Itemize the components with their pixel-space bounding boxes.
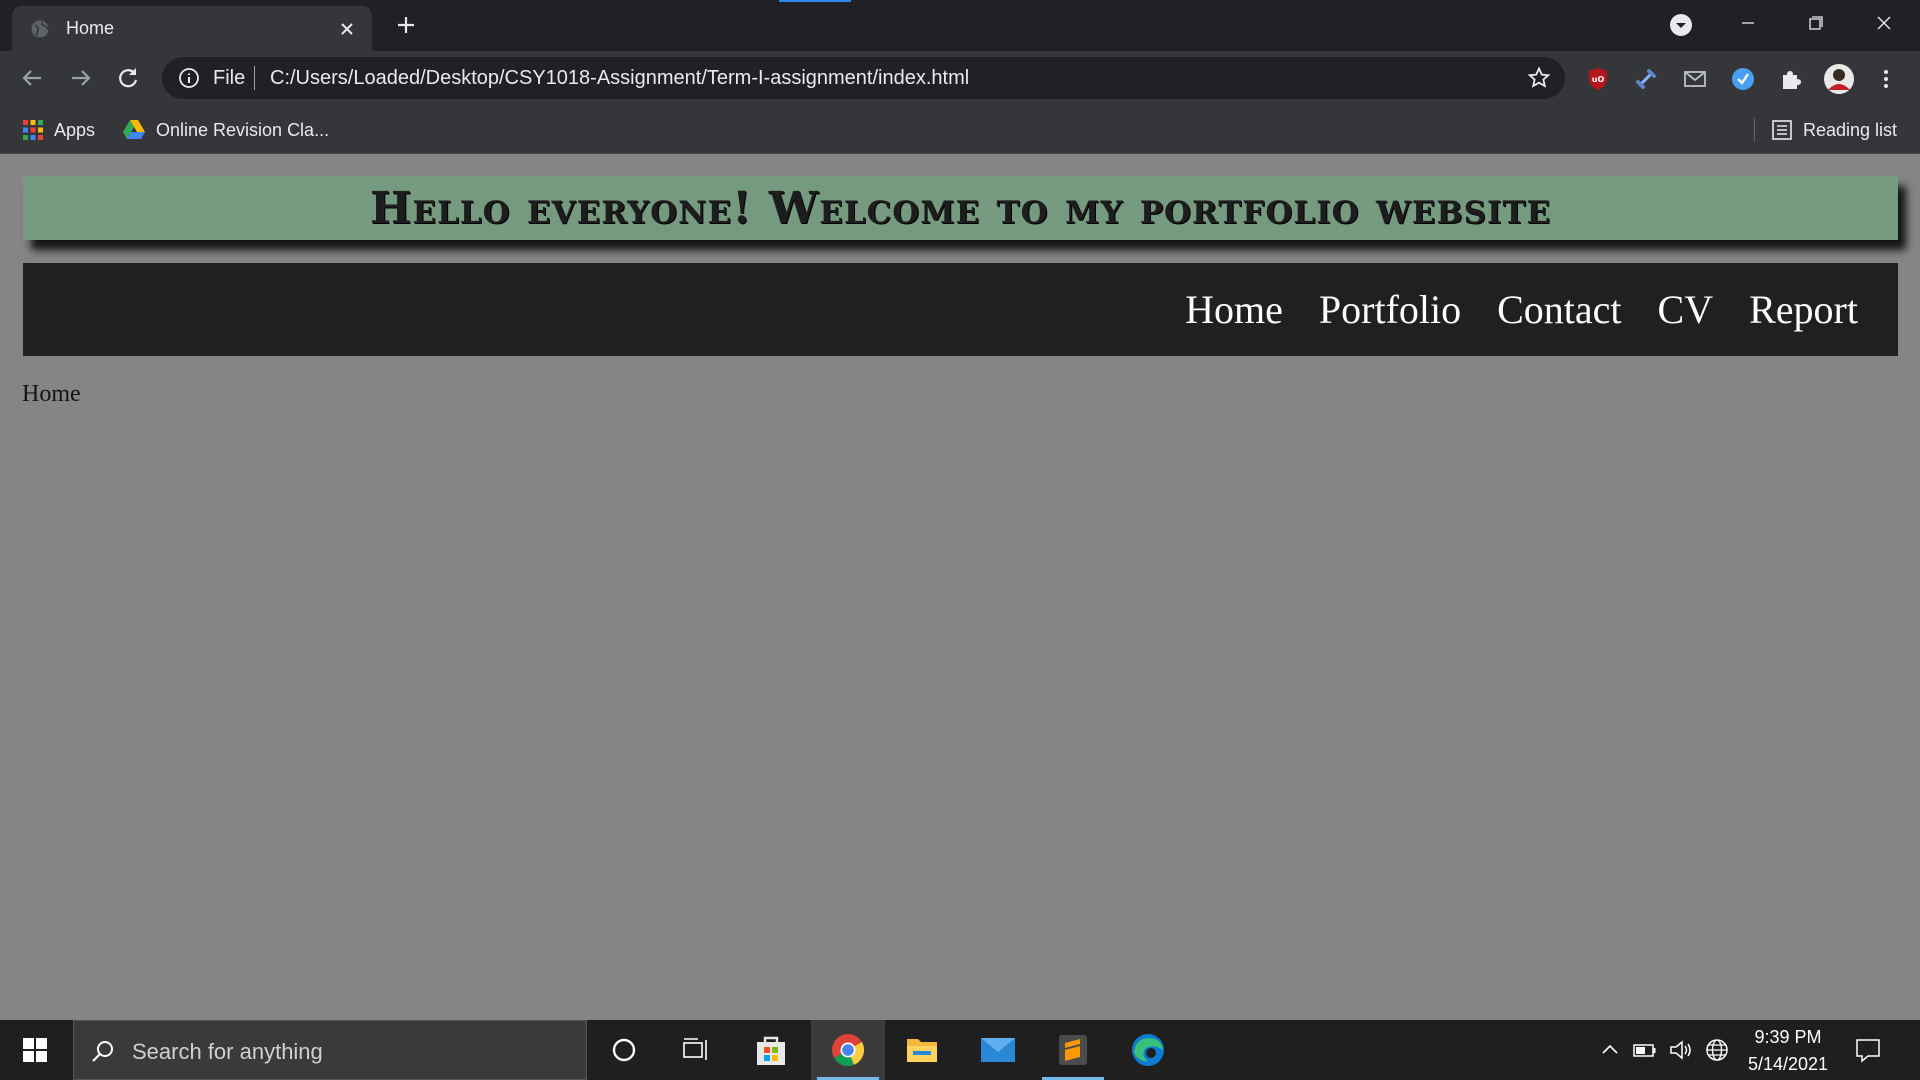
taskbar-sublime-text[interactable] [1036,1020,1110,1080]
close-window-icon[interactable] [1860,8,1908,38]
bookmark-apps[interactable]: Apps [22,117,95,143]
taskbar-search-placeholder: Search for anything [132,1039,323,1064]
task-view-button[interactable] [659,1020,733,1080]
taskbar-file-explorer[interactable] [885,1020,959,1080]
nav-link-contact[interactable]: Contact [1497,286,1621,333]
site-nav: Home Portfolio Contact CV Report [23,263,1898,356]
reading-list-button[interactable]: Reading list [1771,117,1897,143]
google-drive-icon [123,120,145,139]
link-extension-icon[interactable] [1632,65,1660,93]
reload-icon[interactable] [113,63,143,93]
tab-strip: Home [0,0,1920,51]
taskbar-search[interactable]: Search for anything [73,1020,587,1080]
profile-avatar-icon[interactable] [1823,63,1855,95]
browser-toolbar: File C:/Users/Loaded/Desktop/CSY1018-Ass… [0,51,1920,105]
site-info-icon[interactable] [178,67,200,89]
bookmark-online-revision-label: Online Revision Cla... [156,119,330,140]
tab-home[interactable]: Home [12,6,372,51]
show-hidden-icons-icon[interactable] [1597,1038,1623,1062]
minimize-icon[interactable] [1724,8,1772,38]
globe-icon [31,20,49,38]
browser-menu-icon[interactable] [1872,65,1900,93]
close-tab-icon[interactable] [336,18,358,40]
page-viewport: Hello everyone! Welcome to my portfolio … [0,154,1920,1020]
nav-link-portfolio[interactable]: Portfolio [1319,286,1461,333]
task-view-icon [683,1038,707,1060]
cortana-button[interactable] [587,1020,661,1080]
edge-icon [1132,1034,1164,1066]
battery-icon[interactable] [1632,1038,1658,1062]
bookmarks-bar: Apps Online Revision Cla... Reading list [0,105,1920,154]
volume-icon[interactable] [1668,1038,1694,1062]
mail-icon [981,1038,1015,1062]
reading-list-icon [1772,120,1792,140]
bookmarks-divider [1754,118,1755,142]
windows-taskbar: Search for anything 9:39 PM 5/14/2021 [0,1020,1920,1080]
taskbar-chrome[interactable] [811,1020,885,1080]
nav-link-cv[interactable]: CV [1658,286,1714,333]
bookmark-online-revision[interactable]: Online Revision Cla... [122,117,329,143]
chrome-icon [832,1034,865,1066]
address-bar[interactable]: File C:/Users/Loaded/Desktop/CSY1018-Ass… [162,57,1565,99]
banner-title: Hello everyone! Welcome to my portfolio … [369,182,1552,234]
bookmark-apps-label: Apps [54,119,96,140]
taskbar-edge[interactable] [1111,1020,1185,1080]
tab-title: Home [66,18,115,38]
windows-logo-icon [23,1038,47,1062]
tab-search-icon[interactable] [1668,12,1694,38]
notifications-icon[interactable] [1854,1036,1882,1064]
site-banner: Hello everyone! Welcome to my portfolio … [23,176,1898,240]
search-icon [92,1041,113,1062]
restore-icon[interactable] [1792,8,1840,38]
mail-extension-icon[interactable] [1681,65,1709,93]
cortana-circle-icon [612,1038,636,1062]
reading-list-label: Reading list [1803,119,1898,140]
taskbar-clock[interactable]: 9:39 PM 5/14/2021 [1740,1024,1836,1078]
extensions-puzzle-icon[interactable] [1777,65,1805,93]
bookmark-star-icon[interactable] [1527,66,1551,90]
ublock-icon[interactable]: uO [1584,65,1612,93]
url-separator [254,66,255,90]
forward-arrow-icon[interactable] [66,63,96,93]
tick-extension-icon[interactable] [1729,65,1757,93]
nav-link-home[interactable]: Home [1185,286,1283,333]
sublime-text-icon [1059,1035,1087,1065]
taskbar-store[interactable] [734,1020,808,1080]
loading-indicator [779,0,851,2]
apps-grid-icon [23,120,43,140]
language-globe-icon[interactable] [1704,1038,1730,1062]
url-scheme: File [213,67,246,89]
back-arrow-icon[interactable] [17,63,47,93]
new-tab-icon[interactable] [393,12,419,38]
nav-link-report[interactable]: Report [1749,286,1858,333]
url-text[interactable]: C:/Users/Loaded/Desktop/CSY1018-Assignme… [270,67,969,90]
taskbar-mail[interactable] [961,1020,1035,1080]
folder-icon [907,1039,937,1062]
svg-text:uO: uO [1592,75,1605,84]
clock-date: 5/14/2021 [1747,1054,1829,1074]
store-bag-icon [757,1036,785,1065]
breadcrumb: Home [22,381,81,407]
clock-time: 9:39 PM [1754,1027,1822,1047]
start-button[interactable] [0,1020,70,1080]
